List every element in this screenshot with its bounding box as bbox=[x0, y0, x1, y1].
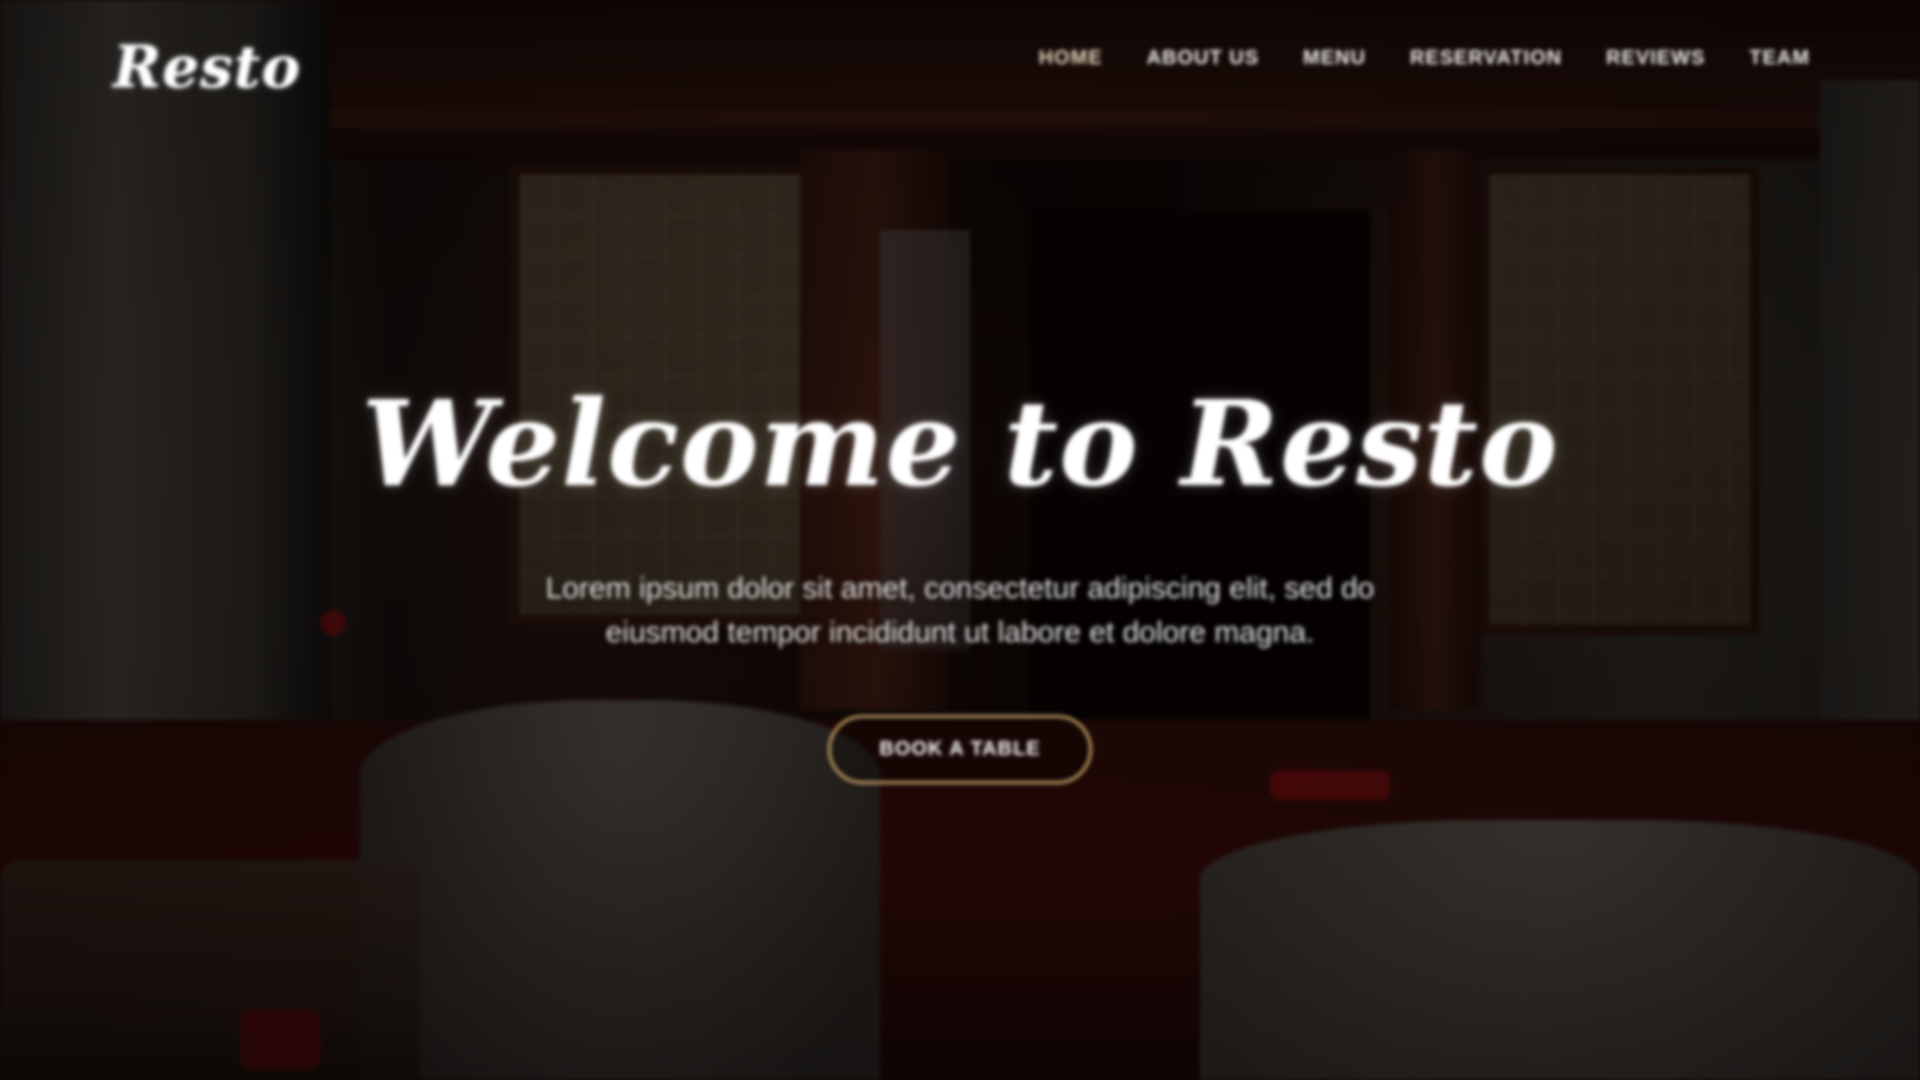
book-table-button[interactable]: Book a Table bbox=[828, 715, 1092, 784]
site-logo[interactable]: Resto bbox=[113, 33, 301, 101]
nav-item-reviews[interactable]: Reviews bbox=[1606, 47, 1705, 70]
nav-item-about-us[interactable]: About Us bbox=[1147, 47, 1259, 70]
nav-item-menu[interactable]: Menu bbox=[1303, 47, 1366, 70]
nav-item-home[interactable]: Home bbox=[1039, 47, 1103, 70]
hero-subtitle: Lorem ipsum dolor sit amet, consectetur … bbox=[545, 572, 1375, 649]
hero-background: Resto Home About Us Menu Reservation Rev… bbox=[0, 0, 1920, 1080]
hero-title: Welcome to Resto bbox=[361, 374, 1559, 513]
nav-item-team[interactable]: Team bbox=[1749, 47, 1810, 70]
nav-item-reservation[interactable]: Reservation bbox=[1410, 47, 1562, 70]
site-header: Resto Home About Us Menu Reservation Rev… bbox=[0, 0, 1920, 130]
main-nav: Home About Us Menu Reservation Reviews T… bbox=[1039, 47, 1810, 70]
hero-content: Welcome to Resto Lorem ipsum dolor sit a… bbox=[0, 385, 1920, 784]
